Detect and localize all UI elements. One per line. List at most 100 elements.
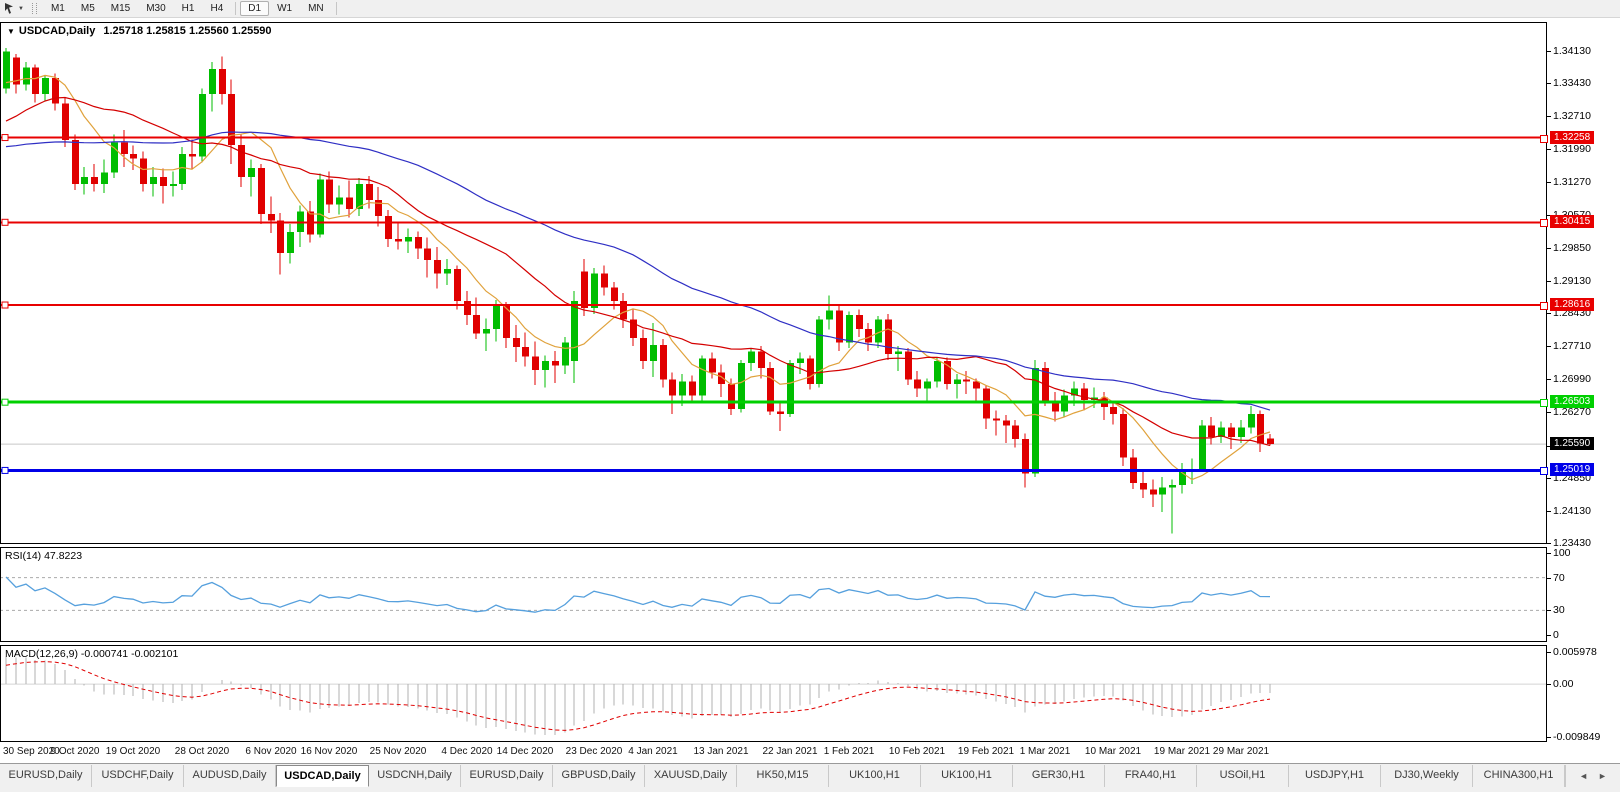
timeframe-buttons: M1 M5 M15 M30 H1 H4 D1 W1 MN bbox=[43, 1, 341, 16]
price-tick-label: 1.32710 bbox=[1553, 110, 1591, 123]
price-tick-mark bbox=[1547, 510, 1551, 512]
price-tick-label: 1.24130 bbox=[1553, 504, 1591, 517]
timeframe-button-w1[interactable]: W1 bbox=[269, 1, 300, 16]
level-handle-icon bbox=[1540, 467, 1548, 476]
price-tick-label: 1.26990 bbox=[1553, 373, 1591, 386]
level-price-box: 1.28616 bbox=[1550, 298, 1595, 312]
current-price-box: 1.25590 bbox=[1550, 437, 1595, 451]
chart-tab-dj30-weekly[interactable]: DJ30,Weekly bbox=[1381, 765, 1473, 787]
macd-tick-mark bbox=[1547, 652, 1551, 653]
tab-scroll-arrows: ◄ ► bbox=[1565, 765, 1620, 787]
price-tick-label: 1.29850 bbox=[1553, 241, 1591, 254]
chart-dropdown-icon[interactable]: ▼ bbox=[7, 27, 15, 36]
price-tick-mark bbox=[1547, 379, 1551, 381]
chart-tab-uk100-h1[interactable]: UK100,H1 bbox=[829, 765, 921, 787]
date-tick-label: 19 Oct 2020 bbox=[105, 746, 161, 757]
rsi-pane[interactable] bbox=[0, 547, 1547, 642]
chart-area: ▼ USDCAD,Daily 1.25718 1.25815 1.25560 1.2… bbox=[0, 0, 1620, 791]
macd-tick-label: -0.009849 bbox=[1553, 731, 1601, 743]
timeframe-button-d1[interactable]: D1 bbox=[240, 1, 270, 16]
chart-tabs: EURUSD,Daily USDCHF,Daily AUDUSD,Daily USDC… bbox=[0, 765, 1565, 787]
date-tick-label: 19 Feb 2021 bbox=[957, 746, 1015, 757]
date-tick-label: 1 Mar 2021 bbox=[1019, 746, 1071, 757]
chart-tab-uk100-h1[interactable]: UK100,H1 bbox=[921, 765, 1013, 787]
chart-tab-hk50-m15[interactable]: HK50,M15 bbox=[737, 765, 829, 787]
date-tick-label: 10 Mar 2021 bbox=[1084, 746, 1142, 757]
price-tick-label: 1.34130 bbox=[1553, 44, 1591, 57]
date-tick-label: 9 Oct 2020 bbox=[50, 746, 100, 757]
price-tick-mark bbox=[1547, 412, 1551, 414]
chart-tab-gbpusd-daily[interactable]: GBPUSD,Daily bbox=[553, 765, 645, 787]
rsi-tick-label: 30 bbox=[1553, 604, 1565, 617]
price-tick-mark bbox=[1547, 50, 1551, 52]
price-tick-label: 1.33430 bbox=[1553, 77, 1591, 90]
rsi-indicator-label: RSI(14) 47.8223 bbox=[5, 550, 83, 562]
level-price-box: 1.25019 bbox=[1550, 463, 1595, 477]
macd-pane[interactable] bbox=[0, 645, 1547, 742]
rsi-tick-mark bbox=[1547, 610, 1551, 612]
toolbar: ▼ M1 M5 M15 M30 H1 H4 D1 W1 MN bbox=[0, 0, 1620, 18]
level-price-box: 1.30415 bbox=[1550, 215, 1595, 229]
price-tick-label: 1.27710 bbox=[1553, 340, 1591, 353]
tab-scroll-right-icon[interactable]: ► bbox=[1598, 771, 1607, 781]
chart-tab-audusd-daily[interactable]: AUDUSD,Daily bbox=[184, 765, 276, 787]
tab-scroll-left-icon[interactable]: ◄ bbox=[1579, 771, 1588, 781]
cursor-icon bbox=[5, 2, 13, 14]
timeframe-button-m5[interactable]: M5 bbox=[73, 1, 103, 16]
price-tick-mark bbox=[1547, 313, 1551, 315]
chart-ohlc-values: 1.25718 1.25815 1.25560 1.25590 bbox=[103, 25, 272, 37]
timeframe-button-m15[interactable]: M15 bbox=[103, 1, 138, 16]
timeframe-button-mn[interactable]: MN bbox=[300, 1, 332, 16]
macd-tick-mark bbox=[1547, 737, 1551, 738]
date-tick-label: 13 Jan 2021 bbox=[693, 746, 749, 757]
timeframe-button-h4[interactable]: H4 bbox=[202, 1, 231, 16]
price-tick-mark bbox=[1547, 149, 1551, 151]
chart-tab-xauusd-daily[interactable]: XAUUSD,Daily bbox=[645, 765, 737, 787]
date-tick-label: 16 Nov 2020 bbox=[300, 746, 358, 757]
date-tick-label: 4 Dec 2020 bbox=[441, 746, 493, 757]
level-handle-icon bbox=[1540, 134, 1548, 143]
price-tick-mark bbox=[1547, 346, 1551, 348]
price-tick-mark bbox=[1547, 477, 1551, 479]
cursor-tool-button[interactable]: ▼ bbox=[0, 1, 28, 16]
macd-tick-label: 0.005978 bbox=[1553, 646, 1597, 658]
date-tick-label: 19 Mar 2021 bbox=[1153, 746, 1211, 757]
chart-tab-eurusd-daily[interactable]: EURUSD,Daily bbox=[461, 765, 553, 787]
hline-handle-icon bbox=[1, 301, 9, 309]
chart-tab-eurusd-daily[interactable]: EURUSD,Daily bbox=[0, 765, 92, 787]
chart-tab-usdchf-daily[interactable]: USDCHF,Daily bbox=[92, 765, 184, 787]
chart-tab-ger30-h1[interactable]: GER30,H1 bbox=[1013, 765, 1105, 787]
rsi-tick-mark bbox=[1547, 577, 1551, 579]
hline-handle-icon bbox=[1, 466, 9, 474]
level-handle-icon bbox=[1540, 219, 1548, 228]
timeframe-button-m1[interactable]: M1 bbox=[43, 1, 73, 16]
price-chart-pane[interactable] bbox=[0, 22, 1547, 544]
dropdown-caret-icon[interactable]: ▼ bbox=[18, 6, 24, 12]
date-tick-label: 25 Nov 2020 bbox=[369, 746, 427, 757]
price-tick-mark bbox=[1547, 116, 1551, 118]
chart-tab-usoil-h1[interactable]: USOil,H1 bbox=[1197, 765, 1289, 787]
date-tick-label: 14 Dec 2020 bbox=[496, 746, 554, 757]
chart-tab-usdcad-daily[interactable]: USDCAD,Daily bbox=[276, 765, 369, 787]
timeframe-button-m30[interactable]: M30 bbox=[138, 1, 173, 16]
date-tick-label: 1 Feb 2021 bbox=[823, 746, 875, 757]
hline-handle-icon bbox=[1, 134, 9, 142]
chart-tab-usdcnh-daily[interactable]: USDCNH,Daily bbox=[369, 765, 461, 787]
price-tick-mark bbox=[1547, 83, 1551, 85]
chart-tab-fra40-h1[interactable]: FRA40,H1 bbox=[1105, 765, 1197, 787]
toolbar-grip[interactable] bbox=[31, 3, 37, 14]
price-tick-label: 1.26270 bbox=[1553, 406, 1591, 419]
chart-tab-usdjpy-h1[interactable]: USDJPY,H1 bbox=[1289, 765, 1381, 787]
timeframe-button-h1[interactable]: H1 bbox=[174, 1, 203, 16]
mt4-window: ▼ M1 M5 M15 M30 H1 H4 D1 W1 MN ▼ USDCAD,Daily 1.25… bbox=[0, 0, 1620, 792]
rsi-tick-label: 0 bbox=[1553, 629, 1559, 641]
level-handle-icon bbox=[1540, 399, 1548, 408]
price-tick-mark bbox=[1547, 543, 1551, 544]
price-tick-mark bbox=[1547, 182, 1551, 184]
rsi-tick-label: 100 bbox=[1553, 547, 1571, 559]
chart-title: ▼ USDCAD,Daily 1.25718 1.25815 1.25560 1.2… bbox=[7, 25, 272, 37]
level-price-box: 1.26503 bbox=[1550, 395, 1595, 409]
date-tick-label: 28 Oct 2020 bbox=[174, 746, 230, 757]
price-tick-mark bbox=[1547, 280, 1551, 282]
chart-tab-china300-h1[interactable]: CHINA300,H1 bbox=[1473, 765, 1565, 787]
